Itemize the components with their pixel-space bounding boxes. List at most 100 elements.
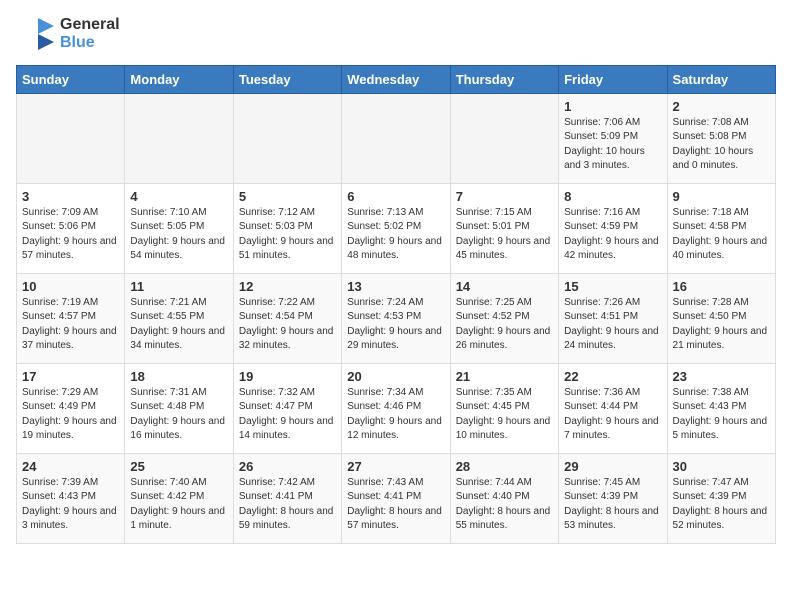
calendar-cell: 24 Sunrise: 7:39 AM Sunset: 4:43 PM Dayli… xyxy=(17,453,125,543)
calendar-cell: 18 Sunrise: 7:31 AM Sunset: 4:48 PM Dayli… xyxy=(125,363,233,453)
day-info: Sunrise: 7:21 AM Sunset: 4:55 PM Dayligh… xyxy=(130,296,227,354)
day-number: 22 xyxy=(564,369,661,384)
day-number: 10 xyxy=(22,279,119,294)
calendar-cell: 2Sunrise: 7:08 AM Sunset: 5:08 PM Daylig… xyxy=(667,93,775,183)
day-info: Sunrise: 7:34 AM Sunset: 4:46 PM Dayligh… xyxy=(347,386,444,444)
day-info: Sunrise: 7:15 AM Sunset: 5:01 PM Dayligh… xyxy=(456,206,553,264)
day-number: 13 xyxy=(347,279,444,294)
day-number: 21 xyxy=(456,369,553,384)
calendar-week: 24 Sunrise: 7:39 AM Sunset: 4:43 PM Dayli… xyxy=(17,453,776,543)
calendar-cell: 15 Sunrise: 7:26 AM Sunset: 4:51 PM Dayli… xyxy=(559,273,667,363)
calendar-cell: 3 Sunrise: 7:09 AM Sunset: 5:06 PM Daylig… xyxy=(17,183,125,273)
logo-icon xyxy=(16,16,56,52)
day-info: Sunrise: 7:24 AM Sunset: 4:53 PM Dayligh… xyxy=(347,296,444,354)
calendar-cell xyxy=(342,93,450,183)
calendar-cell: 29 Sunrise: 7:45 AM Sunset: 4:39 PM Dayli… xyxy=(559,453,667,543)
calendar-cell: 19 Sunrise: 7:32 AM Sunset: 4:47 PM Dayli… xyxy=(233,363,341,453)
day-number: 29 xyxy=(564,459,661,474)
day-number: 15 xyxy=(564,279,661,294)
calendar-cell: 30 Sunrise: 7:47 AM Sunset: 4:39 PM Dayli… xyxy=(667,453,775,543)
day-info: Sunrise: 7:22 AM Sunset: 4:54 PM Dayligh… xyxy=(239,296,336,354)
calendar-cell xyxy=(233,93,341,183)
day-number: 2 xyxy=(673,99,770,114)
calendar-cell: 13 Sunrise: 7:24 AM Sunset: 4:53 PM Dayli… xyxy=(342,273,450,363)
day-info: Sunrise: 7:39 AM Sunset: 4:43 PM Dayligh… xyxy=(22,476,119,534)
day-info: Sunrise: 7:32 AM Sunset: 4:47 PM Dayligh… xyxy=(239,386,336,444)
day-number: 6 xyxy=(347,189,444,204)
day-number: 28 xyxy=(456,459,553,474)
day-number: 8 xyxy=(564,189,661,204)
calendar-table: SundayMondayTuesdayWednesdayThursdayFrid… xyxy=(16,65,776,544)
calendar-cell: 8 Sunrise: 7:16 AM Sunset: 4:59 PM Daylig… xyxy=(559,183,667,273)
day-info: Sunrise: 7:13 AM Sunset: 5:02 PM Dayligh… xyxy=(347,206,444,264)
day-info: Sunrise: 7:38 AM Sunset: 4:43 PM Dayligh… xyxy=(673,386,770,444)
day-number: 9 xyxy=(673,189,770,204)
day-number: 5 xyxy=(239,189,336,204)
weekday-header: Saturday xyxy=(667,65,775,93)
calendar-cell: 17Sunrise: 7:29 AM Sunset: 4:49 PM Dayli… xyxy=(17,363,125,453)
day-info: Sunrise: 7:18 AM Sunset: 4:58 PM Dayligh… xyxy=(673,206,770,264)
day-number: 30 xyxy=(673,459,770,474)
weekday-header: Sunday xyxy=(17,65,125,93)
calendar-cell: 6 Sunrise: 7:13 AM Sunset: 5:02 PM Daylig… xyxy=(342,183,450,273)
calendar-cell: 12 Sunrise: 7:22 AM Sunset: 4:54 PM Dayli… xyxy=(233,273,341,363)
calendar-cell: 28 Sunrise: 7:44 AM Sunset: 4:40 PM Dayli… xyxy=(450,453,558,543)
day-info: Sunrise: 7:25 AM Sunset: 4:52 PM Dayligh… xyxy=(456,296,553,354)
weekday-header: Monday xyxy=(125,65,233,93)
day-number: 19 xyxy=(239,369,336,384)
day-number: 17 xyxy=(22,369,119,384)
calendar-cell: 4 Sunrise: 7:10 AM Sunset: 5:05 PM Daylig… xyxy=(125,183,233,273)
day-info: Sunrise: 7:36 AM Sunset: 4:44 PM Dayligh… xyxy=(564,386,661,444)
day-info: Sunrise: 7:10 AM Sunset: 5:05 PM Dayligh… xyxy=(130,206,227,264)
calendar-week: 1 Sunrise: 7:06 AM Sunset: 5:09 PM Daylig… xyxy=(17,93,776,183)
calendar-cell xyxy=(450,93,558,183)
day-number: 24 xyxy=(22,459,119,474)
day-number: 18 xyxy=(130,369,227,384)
day-info: Sunrise: 7:44 AM Sunset: 4:40 PM Dayligh… xyxy=(456,476,553,534)
calendar-cell: 1 Sunrise: 7:06 AM Sunset: 5:09 PM Daylig… xyxy=(559,93,667,183)
day-info: Sunrise: 7:26 AM Sunset: 4:51 PM Dayligh… xyxy=(564,296,661,354)
day-number: 4 xyxy=(130,189,227,204)
calendar-cell: 7 Sunrise: 7:15 AM Sunset: 5:01 PM Daylig… xyxy=(450,183,558,273)
day-info: Sunrise: 7:40 AM Sunset: 4:42 PM Dayligh… xyxy=(130,476,227,534)
day-info: Sunrise: 7:31 AM Sunset: 4:48 PM Dayligh… xyxy=(130,386,227,444)
day-number: 7 xyxy=(456,189,553,204)
day-info: Sunrise: 7:09 AM Sunset: 5:06 PM Dayligh… xyxy=(22,206,119,264)
day-number: 23 xyxy=(673,369,770,384)
day-info: Sunrise: 7:42 AM Sunset: 4:41 PM Dayligh… xyxy=(239,476,336,534)
day-number: 1 xyxy=(564,99,661,114)
page-header: GeneralBlue xyxy=(16,16,776,53)
calendar-cell: 5 Sunrise: 7:12 AM Sunset: 5:03 PM Daylig… xyxy=(233,183,341,273)
day-number: 26 xyxy=(239,459,336,474)
weekday-header: Thursday xyxy=(450,65,558,93)
logo: GeneralBlue xyxy=(16,16,120,53)
calendar-cell xyxy=(17,93,125,183)
calendar-cell xyxy=(125,93,233,183)
calendar-cell: 9 Sunrise: 7:18 AM Sunset: 4:58 PM Daylig… xyxy=(667,183,775,273)
day-info: Sunrise: 7:16 AM Sunset: 4:59 PM Dayligh… xyxy=(564,206,661,264)
calendar-cell: 16Sunrise: 7:28 AM Sunset: 4:50 PM Dayli… xyxy=(667,273,775,363)
calendar-cell: 22 Sunrise: 7:36 AM Sunset: 4:44 PM Dayli… xyxy=(559,363,667,453)
calendar-week: 3 Sunrise: 7:09 AM Sunset: 5:06 PM Daylig… xyxy=(17,183,776,273)
day-number: 3 xyxy=(22,189,119,204)
day-number: 11 xyxy=(130,279,227,294)
day-number: 20 xyxy=(347,369,444,384)
day-number: 27 xyxy=(347,459,444,474)
day-info: Sunrise: 7:35 AM Sunset: 4:45 PM Dayligh… xyxy=(456,386,553,444)
day-number: 12 xyxy=(239,279,336,294)
calendar-week: 17Sunrise: 7:29 AM Sunset: 4:49 PM Dayli… xyxy=(17,363,776,453)
logo-blue: Blue xyxy=(60,34,120,52)
calendar-cell: 26 Sunrise: 7:42 AM Sunset: 4:41 PM Dayli… xyxy=(233,453,341,543)
weekday-header: Friday xyxy=(559,65,667,93)
day-info: Sunrise: 7:28 AM Sunset: 4:50 PM Dayligh… xyxy=(673,296,770,354)
calendar-cell: 25Sunrise: 7:40 AM Sunset: 4:42 PM Dayli… xyxy=(125,453,233,543)
day-info: Sunrise: 7:06 AM Sunset: 5:09 PM Dayligh… xyxy=(564,116,661,174)
calendar-cell: 20 Sunrise: 7:34 AM Sunset: 4:46 PM Dayli… xyxy=(342,363,450,453)
day-number: 14 xyxy=(456,279,553,294)
day-info: Sunrise: 7:47 AM Sunset: 4:39 PM Dayligh… xyxy=(673,476,770,534)
day-info: Sunrise: 7:12 AM Sunset: 5:03 PM Dayligh… xyxy=(239,206,336,264)
calendar-header: SundayMondayTuesdayWednesdayThursdayFrid… xyxy=(17,65,776,93)
day-info: Sunrise: 7:45 AM Sunset: 4:39 PM Dayligh… xyxy=(564,476,661,534)
calendar-week: 10Sunrise: 7:19 AM Sunset: 4:57 PM Dayli… xyxy=(17,273,776,363)
calendar-cell: 14 Sunrise: 7:25 AM Sunset: 4:52 PM Dayli… xyxy=(450,273,558,363)
